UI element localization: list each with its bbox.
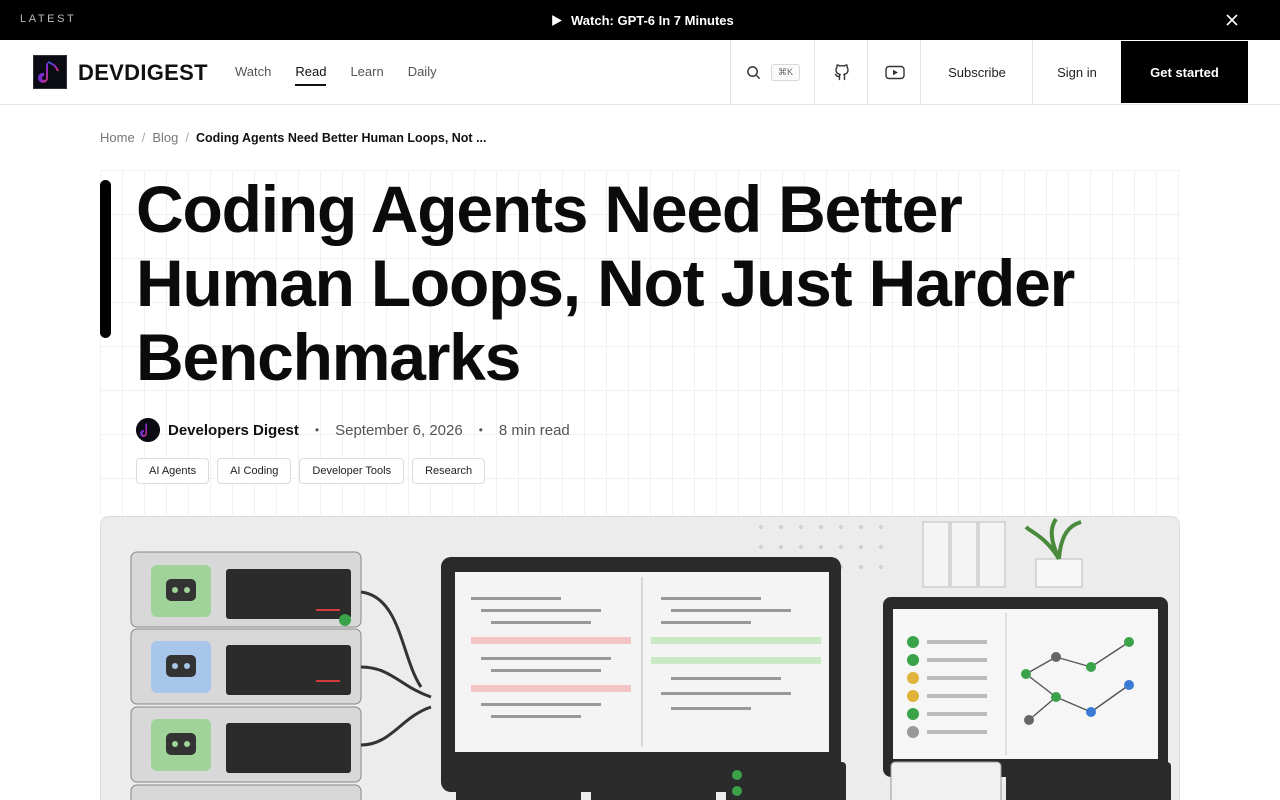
- announcement-link[interactable]: Watch: GPT-6 In 7 Minutes: [550, 9, 734, 31]
- hero-illustration: [101, 517, 1179, 800]
- search-button[interactable]: ⌘K: [730, 40, 815, 104]
- site-logo[interactable]: [33, 55, 67, 89]
- nav-read[interactable]: Read: [295, 64, 327, 86]
- search-icon: [747, 65, 761, 79]
- announcement-label: LATEST: [20, 13, 77, 25]
- github-link[interactable]: [814, 40, 868, 104]
- announcement-bar: LATEST Watch: GPT-6 In 7 Minutes: [0, 0, 1280, 40]
- subscribe-button[interactable]: Subscribe: [920, 40, 1033, 104]
- breadcrumb-separator: /: [185, 130, 189, 145]
- author-avatar[interactable]: [136, 418, 160, 442]
- title-accent-bar: [100, 180, 111, 338]
- youtube-link[interactable]: [867, 40, 921, 104]
- nav-learn[interactable]: Learn: [350, 64, 383, 86]
- publish-date: September 6, 2026: [335, 421, 463, 439]
- youtube-icon: [884, 65, 905, 79]
- github-icon: [834, 64, 849, 81]
- article-meta: Developers Digest • September 6, 2026 • …: [136, 418, 570, 442]
- breadcrumb-blog[interactable]: Blog: [152, 130, 178, 145]
- tag-ai-agents[interactable]: AI Agents: [136, 458, 210, 484]
- meta-separator: •: [478, 423, 483, 437]
- close-icon: [1226, 14, 1238, 26]
- read-time: 8 min read: [498, 421, 570, 439]
- avatar-logo-icon: [136, 418, 160, 442]
- nav-watch[interactable]: Watch: [235, 64, 271, 86]
- breadcrumb-home[interactable]: Home: [100, 130, 135, 145]
- tag-research[interactable]: Research: [412, 458, 486, 484]
- signin-label: Sign in: [1057, 64, 1097, 80]
- tag-developer-tools[interactable]: Developer Tools: [299, 458, 405, 484]
- breadcrumb: Home / Blog / Coding Agents Need Better …: [100, 130, 486, 145]
- signin-button[interactable]: Sign in: [1032, 40, 1121, 104]
- play-icon: [552, 14, 562, 26]
- article-title: Coding Agents Need Better Human Loops, N…: [136, 172, 1075, 394]
- get-started-button[interactable]: Get started: [1121, 41, 1248, 103]
- subscribe-label: Subscribe: [948, 64, 1006, 80]
- search-shortcut: ⌘K: [770, 63, 800, 81]
- breadcrumb-separator: /: [141, 130, 146, 145]
- meta-separator: •: [314, 423, 320, 437]
- nav-daily[interactable]: Daily: [408, 64, 437, 86]
- site-header: DEVDIGEST Watch Read Learn Daily ⌘K Subs…: [0, 40, 1280, 105]
- announcement-link-text: Watch: GPT-6 In 7 Minutes: [571, 12, 734, 28]
- tag-ai-coding[interactable]: AI Coding: [217, 458, 292, 484]
- brand-name[interactable]: DEVDIGEST: [78, 60, 208, 86]
- logo-icon: [34, 56, 66, 88]
- main-nav: Watch Read Learn Daily: [235, 64, 437, 86]
- author-name[interactable]: Developers Digest: [168, 422, 299, 439]
- close-announcement-button[interactable]: [1222, 10, 1242, 30]
- hero-image: [100, 516, 1180, 800]
- article-tags: AI Agents AI Coding Developer Tools Rese…: [136, 458, 486, 484]
- breadcrumb-current: Coding Agents Need Better Human Loops, N…: [195, 130, 487, 145]
